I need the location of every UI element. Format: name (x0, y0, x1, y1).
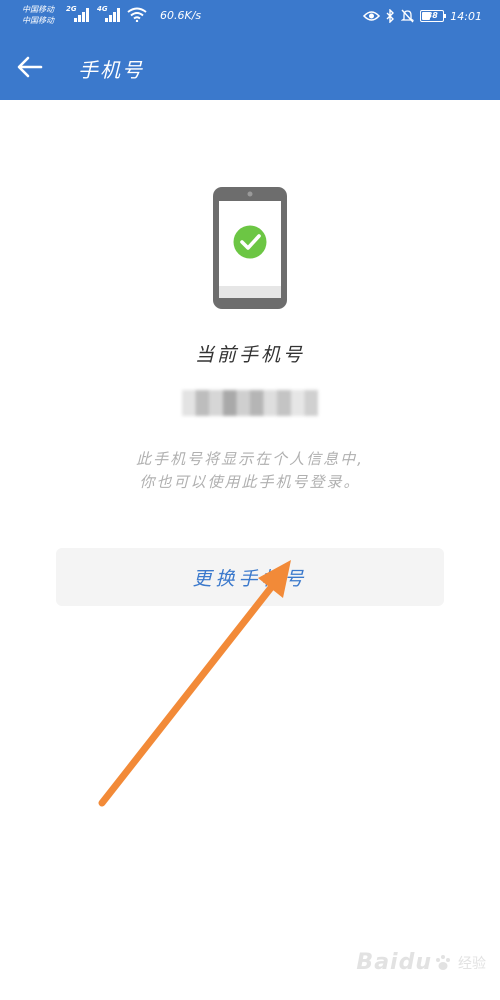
bluetooth-icon (386, 9, 395, 23)
change-phone-button[interactable]: 更换手机号 (56, 548, 444, 606)
watermark-sub: 经验 (458, 955, 486, 972)
annotation-arrow (98, 560, 291, 807)
description-text: 此手机号将显示在个人信息中, 你也可以使用此手机号登录。 (0, 448, 500, 494)
phone-check-icon (213, 187, 287, 309)
carrier-info: 中国移动 中国移动 (22, 4, 54, 26)
clock: 14:01 (450, 9, 482, 23)
top-bar: 中国移动 中国移动 2G 4G 60.6K/s 38 14:01 手机号 (0, 0, 500, 100)
carrier-2: 中国移动 (22, 16, 54, 25)
status-icons: 38 14:01 (363, 8, 482, 24)
paw-icon (436, 954, 450, 970)
description-line-2: 你也可以使用此手机号登录。 (139, 473, 361, 491)
wifi-icon (127, 7, 147, 22)
watermark-text: Baidu (356, 950, 432, 975)
phone-number-value (182, 390, 318, 416)
current-phone-label: 当前手机号 (194, 344, 305, 366)
back-button[interactable] (12, 49, 48, 85)
eye-icon (363, 11, 381, 21)
battery-icon: 38 (420, 10, 447, 22)
description-line-1: 此手机号将显示在个人信息中, (136, 450, 364, 468)
status-bar: 中国移动 中国移动 2G 4G 60.6K/s 38 14:01 (0, 0, 500, 34)
signal-icon-1 (74, 8, 89, 22)
baidu-watermark: Baidu 经验 (356, 950, 486, 975)
signal-icon-2 (105, 8, 120, 22)
phone-number-page: 中国移动 中国移动 2G 4G 60.6K/s 38 14:01 手机号 当前手… (0, 0, 500, 1000)
arrow-left-icon (17, 56, 43, 78)
carrier-1: 中国移动 (22, 5, 54, 14)
battery-level: 38 (426, 11, 438, 20)
network-speed: 60.6K/s (160, 9, 202, 22)
page-title: 手机号 (78, 58, 144, 82)
mute-bell-icon (401, 9, 415, 23)
app-bar: 手机号 (0, 34, 500, 100)
